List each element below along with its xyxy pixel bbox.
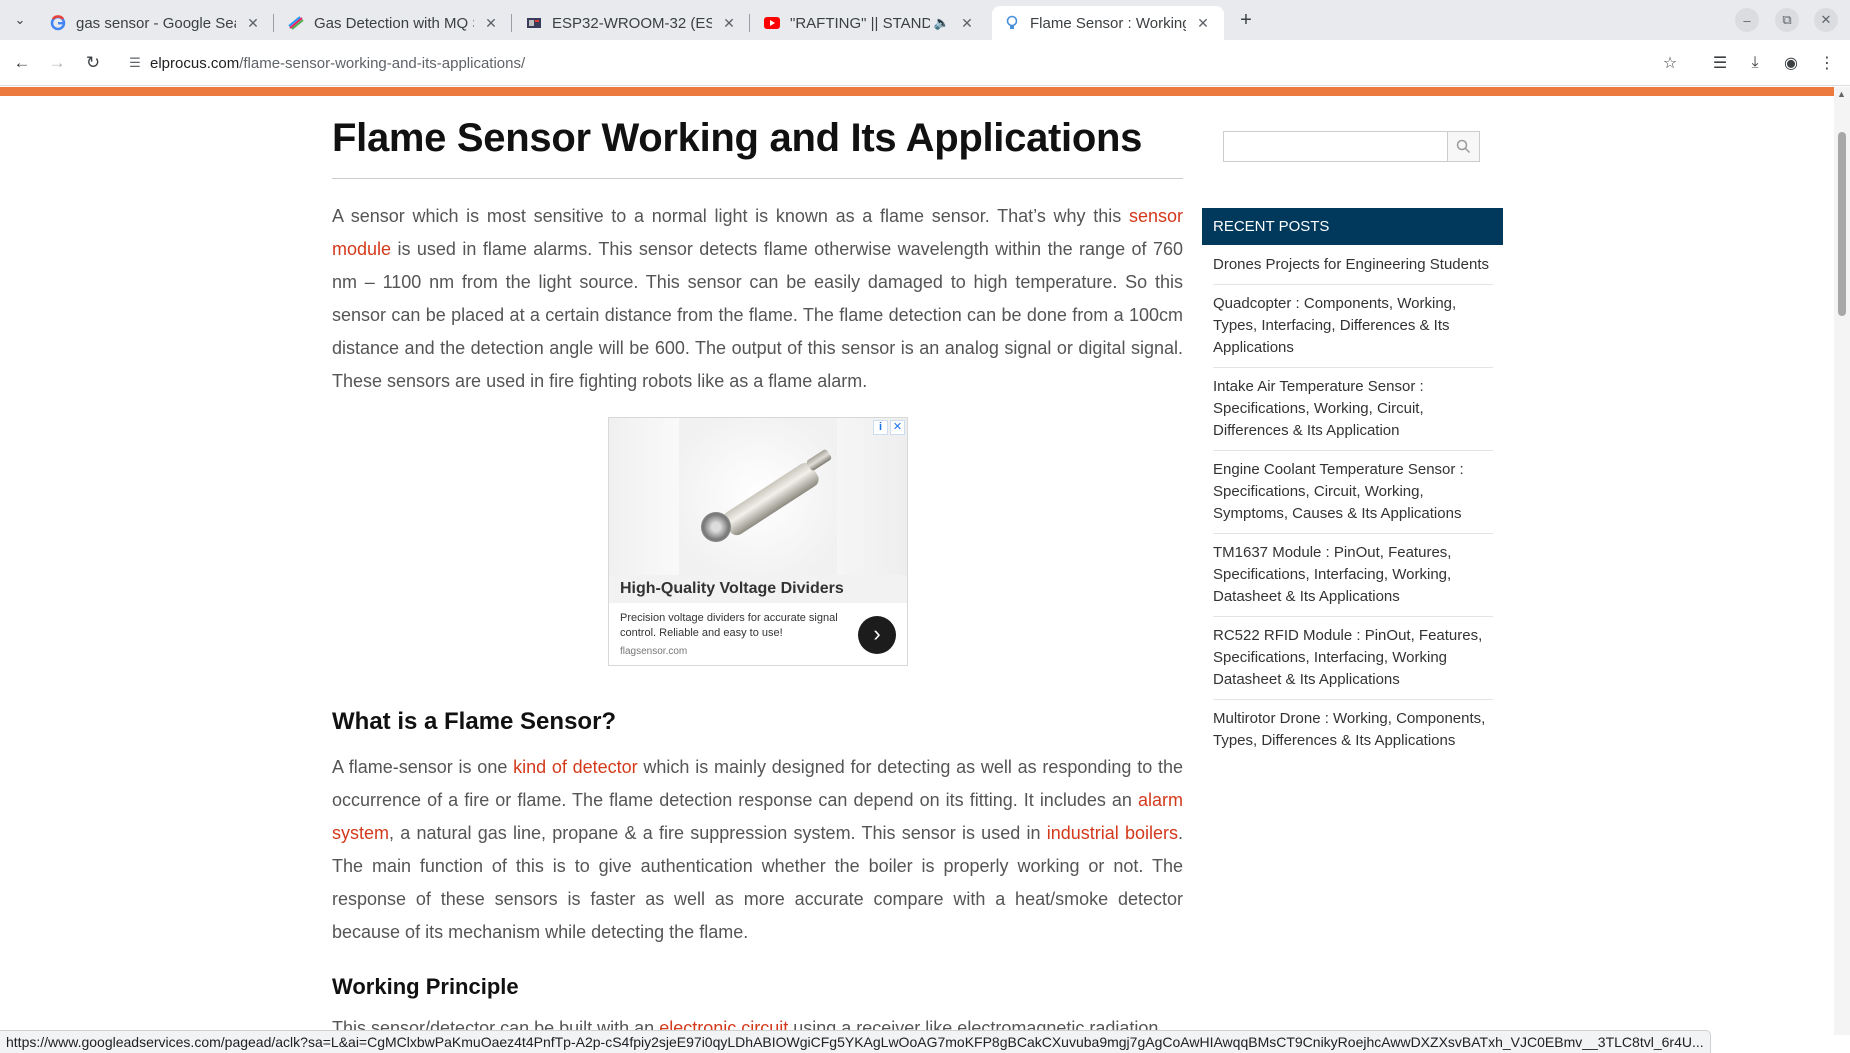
tab-gas-detection[interactable]: Gas Detection with MQ S ✕ xyxy=(276,6,512,40)
tab-flame-sensor[interactable]: Flame Sensor : Working, ✕ xyxy=(992,6,1224,40)
recent-posts-heading: RECENT POSTS xyxy=(1202,208,1503,245)
tab-separator xyxy=(273,14,274,32)
ad-image[interactable] xyxy=(609,418,907,575)
ad-domain: flagsensor.com xyxy=(620,646,688,657)
address-bar[interactable]: ☰ elprocus.com/flame-sensor-working-and-… xyxy=(120,45,1690,81)
site-info-icon[interactable]: ☰ xyxy=(120,55,150,71)
tab-strip: ⌄ gas sensor - Google Sear ✕ Gas Detecti… xyxy=(0,0,1850,40)
section-heading-what-is: What is a Flame Sensor? xyxy=(332,708,617,735)
rainbow-icon xyxy=(288,15,304,31)
close-icon[interactable]: ✕ xyxy=(958,15,976,32)
ad-unit[interactable]: i ✕ High-Quality Voltage Dividers Precis… xyxy=(608,417,908,666)
ad-info-icon[interactable]: i xyxy=(873,420,888,435)
youtube-icon xyxy=(764,15,780,31)
sensor-product-image xyxy=(679,418,837,575)
recent-post-link[interactable]: TM1637 Module : PinOut, Features, Specif… xyxy=(1213,534,1493,617)
url-host: elprocus.com xyxy=(150,54,240,72)
scroll-up-arrow-icon[interactable]: ▲ xyxy=(1837,89,1846,99)
section-heading-working-principle: Working Principle xyxy=(332,974,519,999)
title-divider xyxy=(332,178,1183,179)
text: , a natural gas line, propane & a fire s… xyxy=(389,823,1047,843)
intro-text-2: is used in flame alarms. This sensor det… xyxy=(332,239,1183,391)
recent-post-link[interactable]: Engine Coolant Temperature Sensor : Spec… xyxy=(1213,451,1493,534)
recent-post-link[interactable]: Multirotor Drone : Working, Components, … xyxy=(1213,700,1493,760)
bulb-icon xyxy=(1004,15,1020,31)
tab-title: gas sensor - Google Sear xyxy=(76,14,236,32)
forward-arrow-icon[interactable]: → xyxy=(44,50,70,76)
chip-icon xyxy=(526,15,542,31)
download-icon[interactable]: ⤓ xyxy=(1744,52,1766,74)
browser-toolbar: ← → ↻ ☰ elprocus.com/flame-sensor-workin… xyxy=(0,40,1850,86)
tab-title: ESP32-WROOM-32 (ESP- xyxy=(552,14,712,32)
article: Flame Sensor Working and Its Application… xyxy=(332,96,1183,1035)
what-is-paragraph: A flame-sensor is one kind of detector w… xyxy=(332,751,1183,949)
bookmark-star-icon[interactable]: ☆ xyxy=(1659,52,1681,74)
page-scrollbar[interactable]: ▲ xyxy=(1834,87,1850,1035)
tab-esp32[interactable]: ESP32-WROOM-32 (ESP- ✕ xyxy=(514,6,750,40)
ad-description: Precision voltage dividers for accurate … xyxy=(620,612,838,639)
search-icon[interactable] xyxy=(1447,131,1480,162)
ad-close-icon[interactable]: ✕ xyxy=(890,420,905,435)
recent-posts-list: Drones Projects for Engineering Students… xyxy=(1213,250,1493,760)
ad-arrow-icon[interactable]: › xyxy=(858,616,896,654)
reload-icon[interactable]: ↻ xyxy=(80,50,106,76)
tab-search-chevron-icon[interactable]: ⌄ xyxy=(8,8,32,32)
industrial-boilers-link[interactable]: industrial boilers xyxy=(1047,823,1178,843)
close-icon[interactable]: ✕ xyxy=(720,15,738,32)
tab-youtube-rafting[interactable]: "RAFTING" || STAND U 🔈 ✕ xyxy=(752,6,988,40)
minimize-icon[interactable]: – xyxy=(1735,8,1759,32)
sensor-body-shape xyxy=(720,459,822,539)
intro-paragraph: A sensor which is most sensitive to a no… xyxy=(332,200,1183,398)
page-content: Flame Sensor Working and Its Application… xyxy=(0,96,1834,1035)
restore-icon[interactable]: ⧉ xyxy=(1775,8,1799,32)
close-icon[interactable]: ✕ xyxy=(482,15,500,32)
sensor-tip-shape xyxy=(805,448,833,472)
tab-separator xyxy=(511,14,512,32)
close-icon[interactable]: ✕ xyxy=(1194,15,1212,32)
media-controls-icon[interactable]: ☰ xyxy=(1709,52,1731,74)
close-icon[interactable]: ✕ xyxy=(244,15,262,32)
new-tab-plus-icon[interactable]: + xyxy=(1234,8,1258,32)
ad-headline[interactable]: High-Quality Voltage Dividers xyxy=(609,575,907,603)
tab-title: Gas Detection with MQ S xyxy=(314,14,474,32)
bnc-connector-shape xyxy=(701,512,731,542)
recent-post-link[interactable]: Intake Air Temperature Sensor : Specific… xyxy=(1213,368,1493,451)
status-bar-url: https://www.googleadservices.com/pagead/… xyxy=(0,1030,1711,1053)
profile-icon[interactable]: ◉ xyxy=(1780,52,1802,74)
google-icon xyxy=(50,15,66,31)
text: A flame-sensor is one xyxy=(332,757,514,777)
intro-text-1: A sensor which is most sensitive to a no… xyxy=(332,206,1129,226)
ad-badges: i ✕ xyxy=(873,420,905,435)
tab-separator xyxy=(749,14,750,32)
menu-kebab-icon[interactable]: ⋮ xyxy=(1816,52,1838,74)
sidebar-search xyxy=(1223,131,1480,162)
site-accent-bar xyxy=(0,87,1850,96)
tab-google-search[interactable]: gas sensor - Google Sear ✕ xyxy=(38,6,274,40)
window-close-icon[interactable]: ✕ xyxy=(1814,8,1838,32)
back-arrow-icon[interactable]: ← xyxy=(9,50,35,76)
recent-post-link[interactable]: Quadcopter : Components, Working, Types,… xyxy=(1213,285,1493,368)
kind-of-detector-link[interactable]: kind of detector xyxy=(513,757,638,777)
tab-title: Flame Sensor : Working, xyxy=(1030,14,1186,32)
url-path: /flame-sensor-working-and-its-applicatio… xyxy=(239,54,526,72)
speaker-icon[interactable]: 🔈 xyxy=(934,15,950,31)
recent-post-link[interactable]: Drones Projects for Engineering Students xyxy=(1213,250,1493,285)
search-input[interactable] xyxy=(1223,131,1447,162)
recent-post-link[interactable]: RC522 RFID Module : PinOut, Features, Sp… xyxy=(1213,617,1493,700)
page-title: Flame Sensor Working and Its Application… xyxy=(332,116,1143,160)
tab-title: "RAFTING" || STAND U xyxy=(790,14,930,32)
scroll-thumb[interactable] xyxy=(1838,132,1846,316)
